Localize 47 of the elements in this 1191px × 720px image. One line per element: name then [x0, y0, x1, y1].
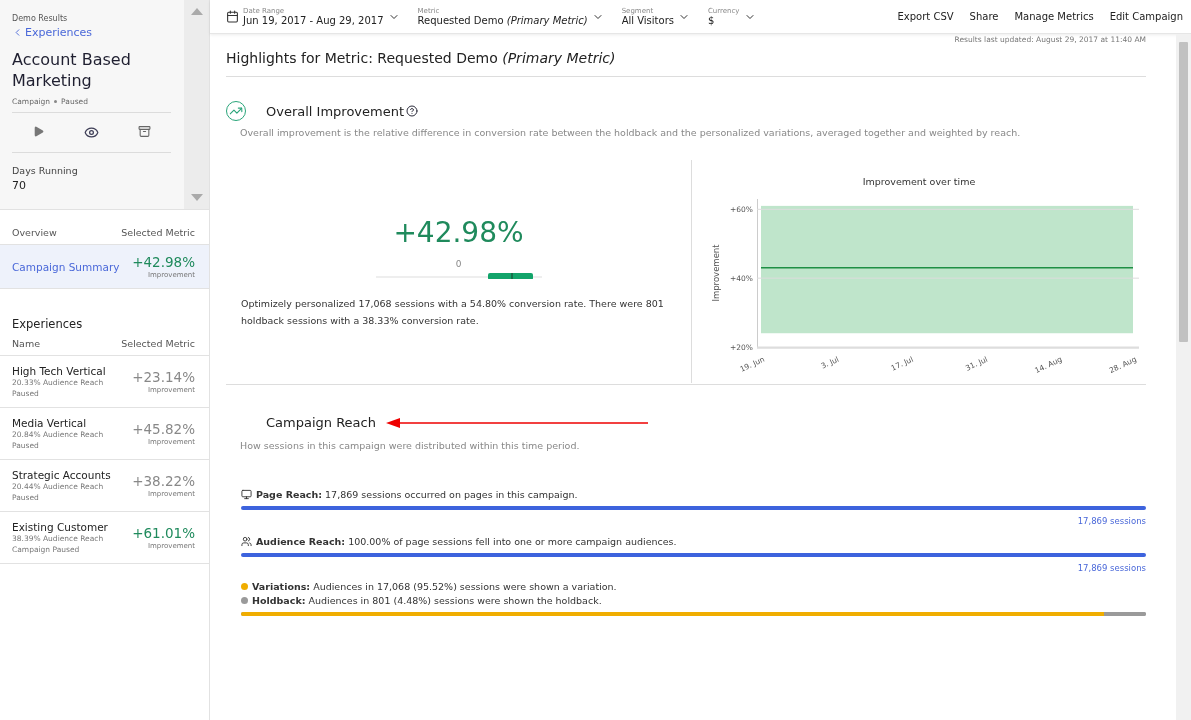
breadcrumb: Demo Results — [12, 14, 69, 23]
campaign-title: Account Based Marketing — [12, 49, 132, 91]
help-icon[interactable] — [406, 105, 419, 117]
item-name: Strategic Accounts — [12, 468, 111, 481]
improvement-summary: Optimizely personalized 17,068 sessions with a 54.80% conversion rate. There were 801 holdback sessions with a 38.33% conversion rate. — [240, 297, 665, 328]
column-header: Selected Metric — [121, 338, 195, 349]
section-title: Overall Improvement — [266, 103, 405, 119]
zero-label: 0 — [455, 259, 462, 269]
y-axis-title: Improvement — [711, 244, 721, 302]
item-name: Campaign Summary — [12, 260, 120, 273]
split-line: Variations: Audiences in 17,068 (95.52%) sessions were shown a variation. — [241, 581, 1146, 592]
item-name: High Tech Vertical — [12, 364, 106, 377]
scrollbar[interactable] — [1176, 34, 1191, 720]
split-line: Holdback: Audiences in 801 (4.48%) sessions were shown the holdback. — [241, 595, 1146, 606]
calendar-icon — [226, 10, 239, 23]
toolbar-action[interactable]: Export CSV — [897, 11, 954, 22]
metric-value: +45.82% — [132, 421, 195, 437]
users-icon — [241, 536, 252, 547]
toolbar-action[interactable]: Share — [969, 11, 999, 22]
toolbar-action[interactable]: Manage Metrics — [1014, 11, 1094, 22]
section-title: Campaign Reach — [266, 415, 376, 430]
highlights-title: Highlights for Metric: Requested Demo (Primary Metric) — [226, 44, 1146, 77]
stat-value: 70 — [12, 179, 27, 192]
chart-title: Improvement over time — [862, 176, 976, 187]
stat-label: Days Running — [12, 165, 79, 176]
preview-button[interactable] — [84, 125, 99, 140]
section-description: Overall improvement is the relative difference in conversion rate between the holdback and the personalized variations, averaged together and weighted by reach. — [240, 127, 1022, 138]
toolbar-action[interactable]: Edit Campaign — [1109, 11, 1183, 22]
column-header: Name — [12, 338, 41, 349]
monitor-icon — [241, 489, 252, 500]
improvement-value: +42.98% — [393, 216, 524, 249]
section-heading: Experiences — [12, 317, 83, 331]
reach-line: Audience Reach: 100.00% of page sessions fell into one or more campaign audiences. — [241, 536, 1146, 547]
metric-value: +23.14% — [132, 369, 195, 385]
back-link[interactable]: Experiences — [12, 26, 184, 39]
metric-value: +38.22% — [132, 473, 195, 489]
section-description: How sessions in this campaign were distributed within this time period. — [240, 440, 581, 451]
archive-button[interactable] — [138, 125, 152, 140]
metric-value: +61.01% — [132, 525, 195, 541]
column-header: Selected Metric — [121, 227, 195, 238]
reach-line: Page Reach: 17,869 sessions occurred on pages in this campaign. — [241, 489, 1146, 500]
item-name: Media Vertical — [12, 416, 88, 429]
sessions-total: 17,869 sessions — [1077, 563, 1146, 573]
metric-value: +42.98% — [132, 254, 195, 270]
column-header: Overview — [12, 227, 57, 238]
item-name: Existing Customer — [12, 520, 108, 533]
sessions-total: 17,869 sessions — [1077, 516, 1146, 526]
